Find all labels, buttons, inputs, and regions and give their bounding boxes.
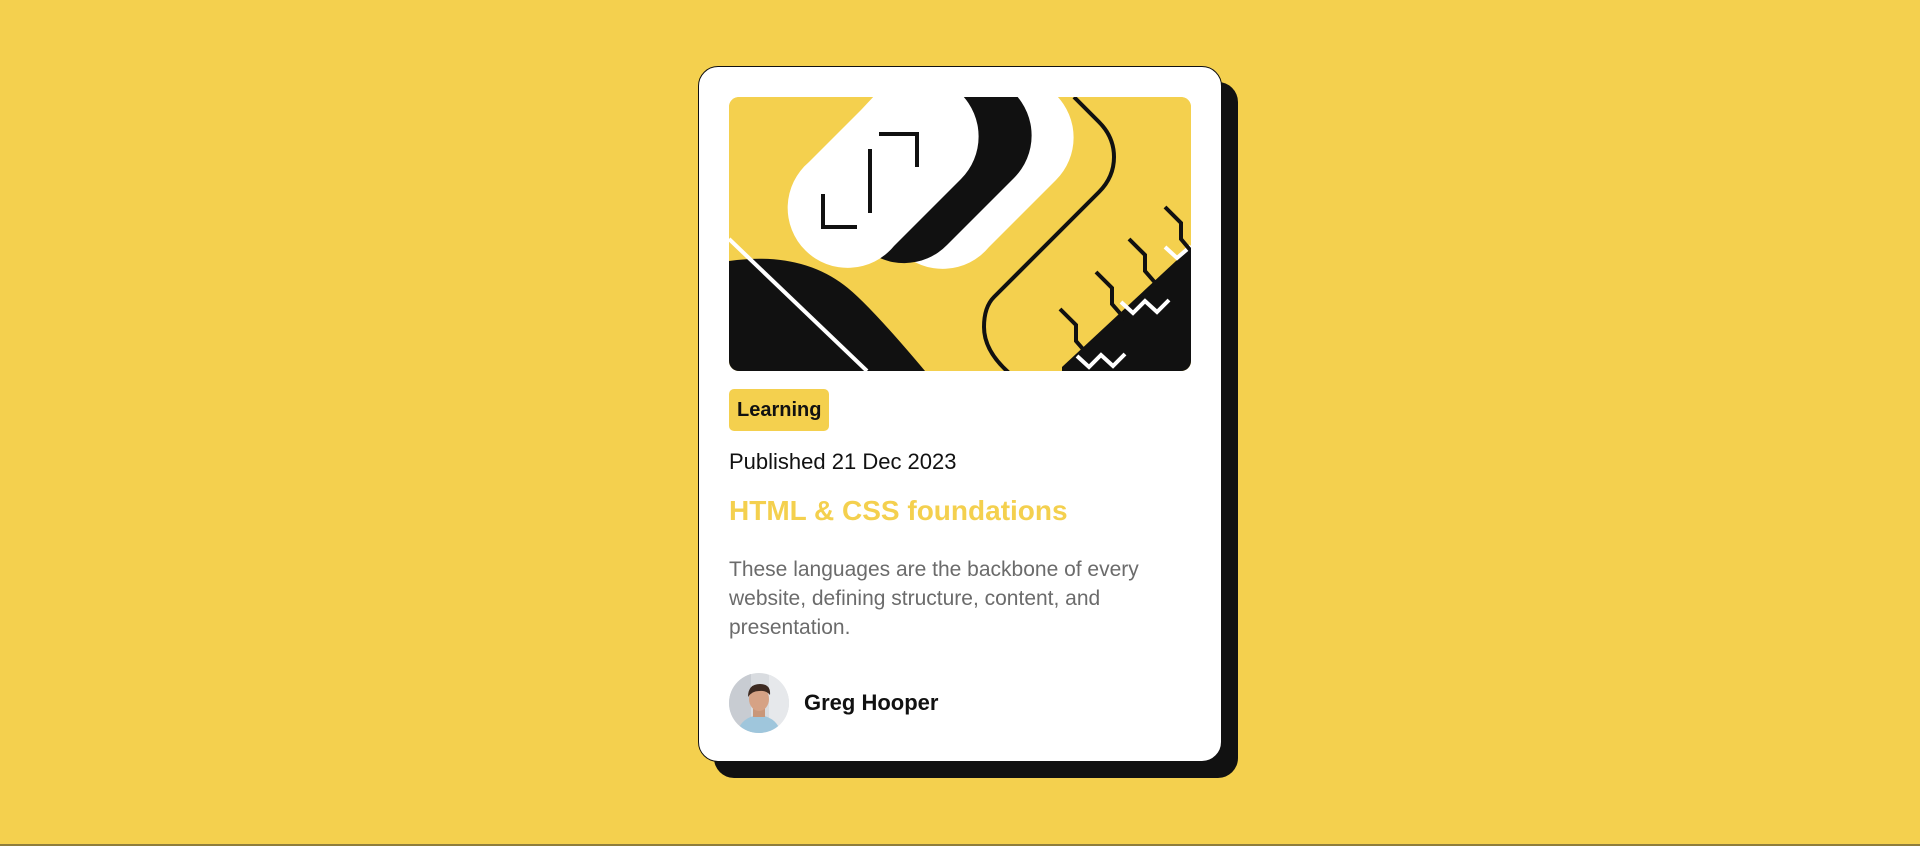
article-title[interactable]: HTML & CSS foundations — [729, 491, 1068, 531]
author-avatar — [729, 673, 789, 733]
article-description: These languages are the backbone of ever… — [729, 558, 1139, 639]
user-portrait-icon — [729, 673, 789, 733]
hero-illustration-art — [729, 97, 1191, 371]
blog-preview-card: Learning Published 21 Dec 2023 HTML & CS… — [698, 66, 1222, 762]
publish-date: Published 21 Dec 2023 — [729, 449, 957, 474]
category-tag[interactable]: Learning — [729, 389, 830, 431]
author-block: Greg Hooper — [729, 673, 938, 733]
author-name: Greg Hooper — [804, 690, 939, 715]
hero-illustration — [729, 97, 1191, 371]
